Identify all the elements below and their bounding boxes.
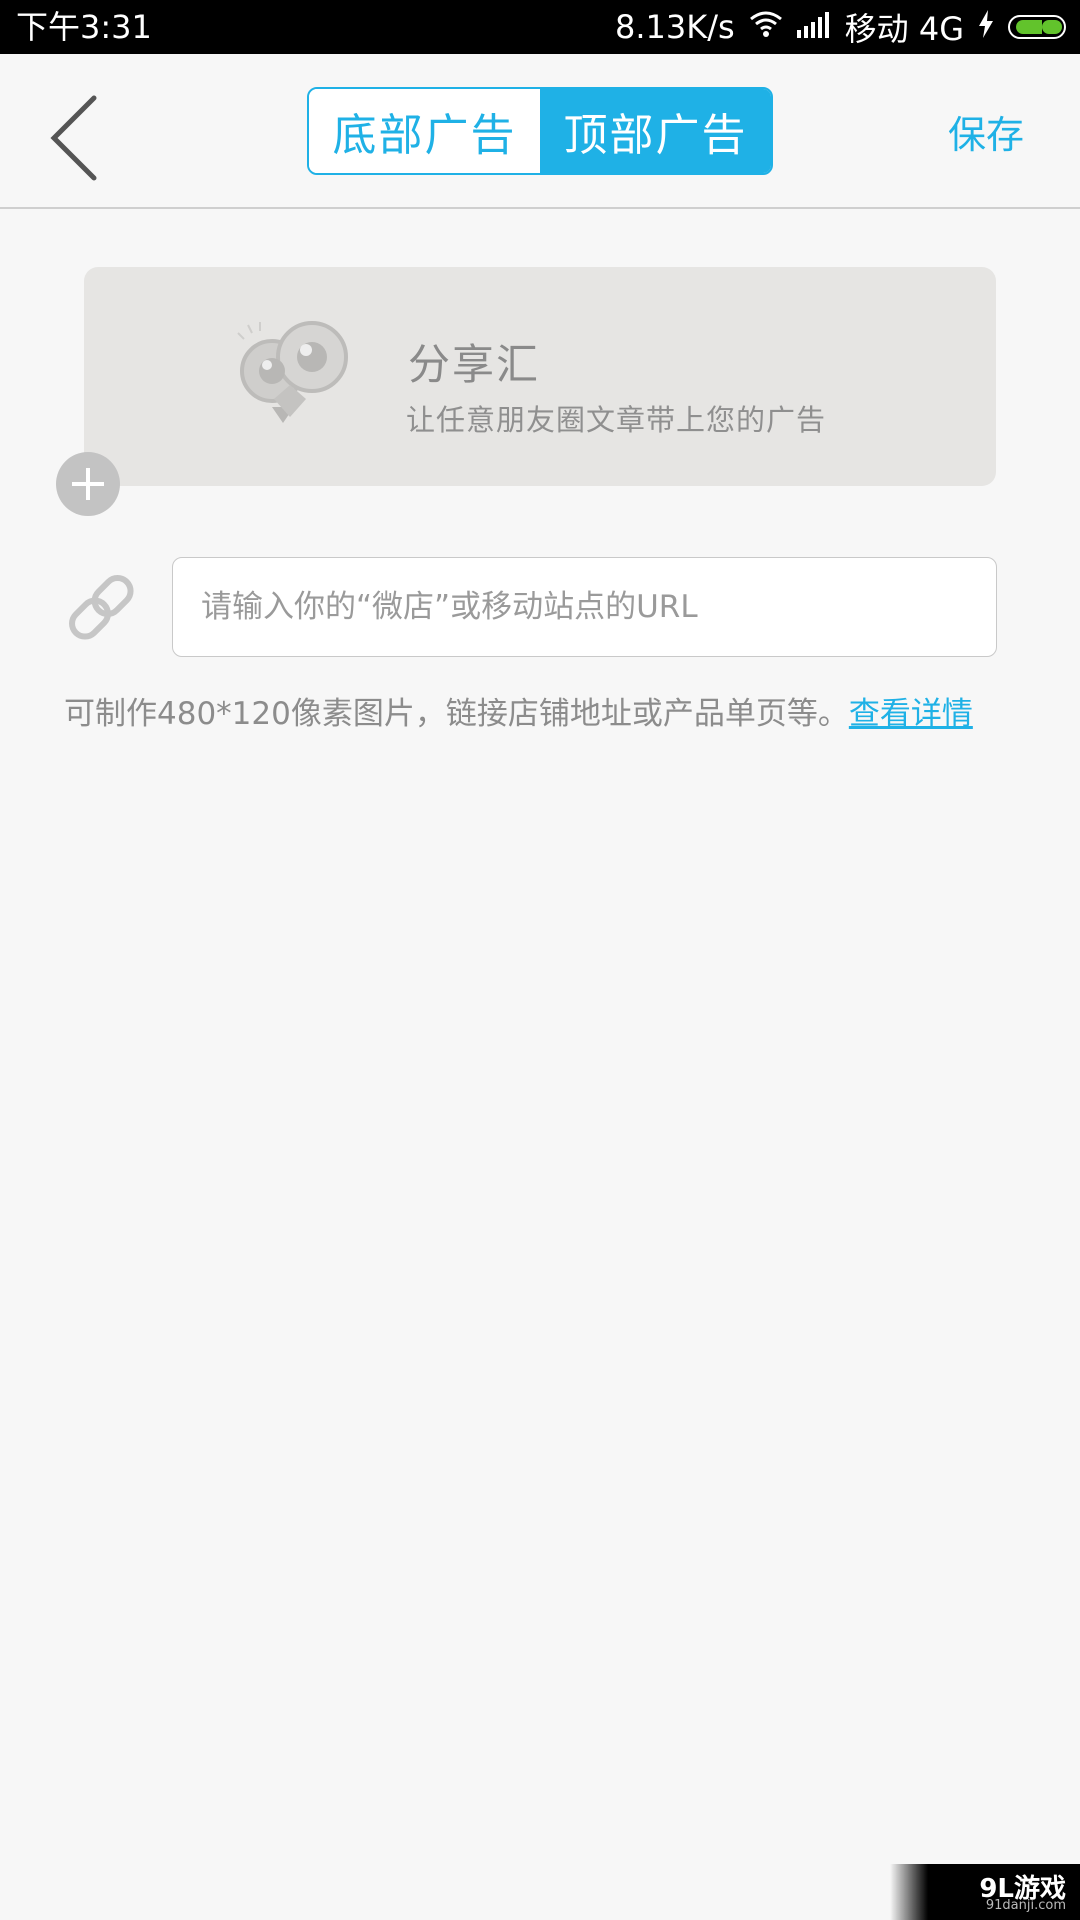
tab-bottom-ad[interactable]: 底部广告 <box>309 89 540 173</box>
nav-bar: 底部广告 顶部广告 保存 <box>0 54 1080 209</box>
back-arrow-icon[interactable] <box>44 94 114 184</box>
battery-icon <box>1008 15 1066 39</box>
view-details-link[interactable]: 查看详情 <box>849 696 973 732</box>
status-time: 下午3:31 <box>16 8 152 46</box>
watermark-url: 91danji.com <box>985 1898 1066 1913</box>
banner-title: 分享汇 <box>408 340 541 389</box>
link-icon <box>60 566 144 650</box>
signal-icon <box>796 8 831 46</box>
tab-top-ad[interactable]: 顶部广告 <box>540 89 771 173</box>
status-right: 8.13K/s 移动 4G <box>614 8 1066 48</box>
site-watermark: 9L游戏 91danji.com <box>890 1864 1080 1920</box>
charging-icon <box>978 8 994 46</box>
ad-position-tabs: 底部广告 顶部广告 <box>307 87 773 175</box>
url-input[interactable] <box>172 557 997 657</box>
hint-text: 可制作480*120像素图片，链接店铺地址或产品单页等。查看详情 <box>64 688 973 733</box>
add-image-icon[interactable] <box>56 452 120 516</box>
wifi-icon <box>749 8 783 46</box>
net-speed: 8.13K/s <box>614 8 735 46</box>
hint-message: 可制作480*120像素图片，链接店铺地址或产品单页等。 <box>64 696 849 732</box>
share-hub-logo-icon <box>234 319 364 439</box>
banner-subtitle: 让任意朋友圈文章带上您的广告 <box>406 403 827 437</box>
carrier-label: 移动 4G <box>844 10 964 48</box>
ad-banner-preview[interactable]: 分享汇 让任意朋友圈文章带上您的广告 <box>84 267 996 486</box>
status-bar: 下午3:31 8.13K/s 移动 4G <box>0 0 1080 54</box>
save-button[interactable]: 保存 <box>948 104 1024 159</box>
